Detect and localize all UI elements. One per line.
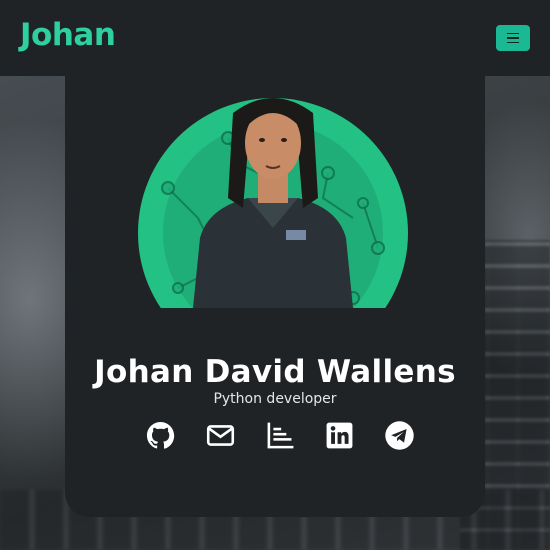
social-links — [145, 418, 415, 452]
github-icon — [146, 421, 175, 449]
github-link[interactable] — [145, 420, 176, 451]
navbar: Johan — [0, 0, 550, 76]
hamburger-menu-icon — [507, 32, 519, 35]
profile-name: Johan David Wallens — [94, 353, 456, 390]
stats-link[interactable] — [265, 420, 296, 451]
linkedin-icon — [326, 422, 353, 448]
profile-role: Python developer — [213, 391, 337, 407]
brand-logo[interactable]: Johan — [20, 17, 116, 53]
telegram-link[interactable] — [384, 420, 415, 451]
telegram-icon — [385, 420, 414, 450]
envelope-icon — [206, 424, 234, 446]
bar-chart-icon — [267, 422, 293, 448]
linkedin-link[interactable] — [324, 420, 355, 451]
menu-toggle-button[interactable] — [496, 25, 530, 51]
avatar — [138, 88, 408, 308]
email-link[interactable] — [205, 420, 236, 451]
